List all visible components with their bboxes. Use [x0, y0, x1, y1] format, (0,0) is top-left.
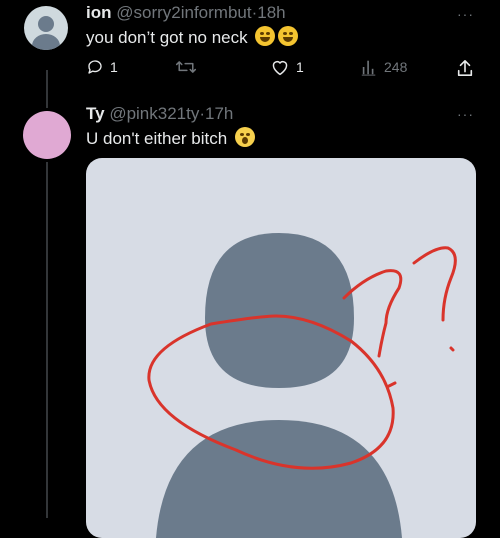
heart-icon	[272, 60, 288, 76]
thread-connector-line	[46, 70, 48, 108]
default-profile-silhouette-icon	[147, 233, 457, 538]
tweet-text: you don’t got no neck	[86, 26, 299, 48]
handle[interactable]: @sorry2informbut	[116, 3, 251, 22]
avatar-pink[interactable]	[23, 111, 71, 159]
retweet-button[interactable]	[175, 58, 203, 76]
timestamp[interactable]: 17h	[205, 104, 233, 123]
tweet-text-content: you don’t got no neck	[86, 28, 248, 47]
face-screaming-in-fear-emoji-icon	[234, 127, 255, 147]
timestamp[interactable]: 18h	[257, 3, 285, 22]
tweet-text-content: U don't either bitch	[86, 129, 228, 148]
rolling-on-floor-laughing-emoji-icon	[278, 26, 299, 46]
rolling-on-floor-laughing-emoji-icon	[255, 26, 276, 46]
analytics-icon	[361, 60, 376, 76]
reply-icon	[88, 60, 102, 74]
like-button[interactable]: 1	[270, 58, 304, 76]
display-name[interactable]: Ty	[86, 104, 105, 123]
views-button[interactable]: 248	[360, 58, 407, 76]
default-avatar-icon	[32, 16, 60, 50]
tweet-header: ion @sorry2informbut·18h	[86, 3, 286, 23]
like-count: 1	[296, 59, 304, 75]
avatar-default[interactable]	[24, 6, 68, 50]
retweet-icon	[175, 61, 197, 73]
tweet-header: Ty @pink321ty·17h	[86, 104, 233, 124]
thread-connector-line-lower	[46, 162, 48, 518]
reply-button[interactable]: 1	[86, 58, 118, 76]
more-options-icon[interactable]: ···	[457, 6, 474, 22]
share-button[interactable]	[456, 58, 474, 78]
view-count: 248	[384, 59, 408, 75]
tweet-media-image[interactable]	[86, 158, 476, 538]
reply-count: 1	[110, 59, 118, 75]
share-icon	[457, 59, 473, 77]
handle[interactable]: @pink321ty	[109, 104, 199, 123]
display-name[interactable]: ion	[86, 3, 112, 22]
tweet-text: U don't either bitch	[86, 127, 255, 149]
more-options-icon[interactable]: ···	[457, 106, 474, 122]
